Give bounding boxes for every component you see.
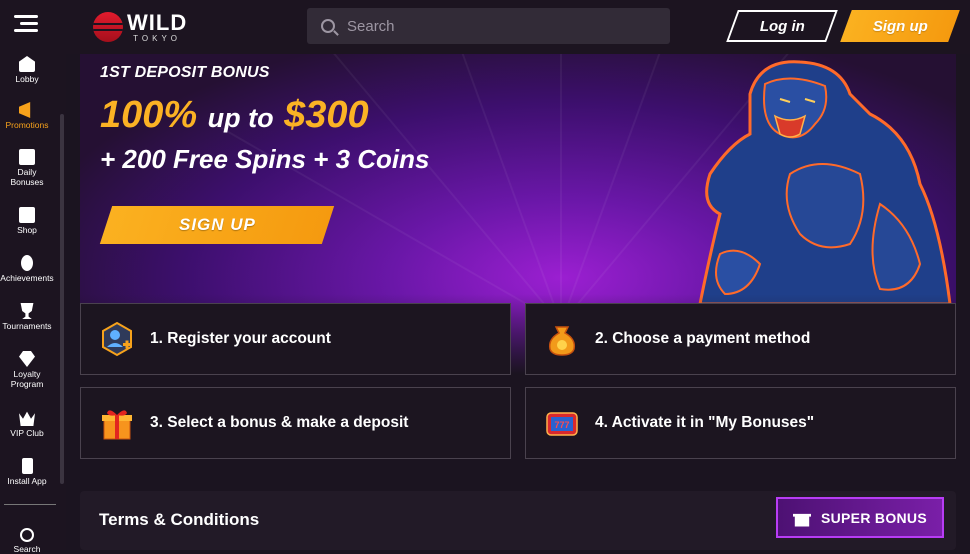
sidebar-item-shop[interactable]: Shop bbox=[0, 207, 56, 235]
sidebar-item-label: Promotions bbox=[5, 120, 49, 130]
step-card: 3. Select a bonus & make a deposit bbox=[80, 387, 511, 459]
sidebar-item-tournaments[interactable]: Tournaments bbox=[0, 303, 56, 331]
sidebar-item-lobby[interactable]: Lobby bbox=[0, 56, 56, 84]
logo[interactable]: WILD TOKYO bbox=[93, 10, 187, 44]
gorilla-illustration bbox=[698, 60, 952, 304]
sidebar-item-label: Daily Bonuses bbox=[10, 167, 44, 187]
bonus-upto: up to bbox=[207, 103, 274, 133]
step-text: 1. Register your account bbox=[150, 330, 331, 347]
gift-icon bbox=[793, 513, 811, 527]
diamond-icon bbox=[19, 351, 35, 367]
sidebar-item-search[interactable]: Search bbox=[0, 528, 56, 554]
bonus-label: 1ST DEPOSIT BONUS bbox=[100, 64, 270, 81]
step-card: 2. Choose a payment method bbox=[525, 303, 956, 375]
home-icon bbox=[19, 56, 35, 72]
medal-icon bbox=[21, 255, 33, 271]
sidebar-item-label: Shop bbox=[17, 225, 37, 235]
sidebar-item-loyalty-program[interactable]: Loyalty Program bbox=[0, 351, 56, 389]
sidebar: Lobby Promotions Daily Bonuses Shop Achi… bbox=[0, 54, 66, 554]
login-label: Log in bbox=[759, 17, 805, 35]
logo-title: WILD bbox=[127, 9, 188, 35]
main-content: 1ST DEPOSIT BONUS 100% up to $300 + 200 … bbox=[66, 54, 970, 550]
logo-sun-icon bbox=[93, 12, 123, 42]
top-header: WILD TOKYO Log in Sign up bbox=[0, 0, 970, 54]
sidebar-item-achievements[interactable]: Achievements bbox=[0, 255, 56, 283]
crown-icon bbox=[19, 411, 35, 426]
step-text: 4. Activate it in "My Bonuses" bbox=[595, 414, 815, 431]
bonus-amount: $300 bbox=[284, 94, 369, 136]
sidebar-item-label: Lobby bbox=[15, 74, 39, 84]
sidebar-item-promotions[interactable]: Promotions bbox=[0, 102, 56, 130]
signup-label: Sign up bbox=[872, 17, 928, 35]
step-card: 777 4. Activate it in "My Bonuses" bbox=[525, 387, 956, 459]
user-add-icon bbox=[102, 321, 132, 357]
step-text: 2. Choose a payment method bbox=[595, 330, 811, 347]
terms-section[interactable]: Terms & Conditions SUPER BONUS bbox=[80, 491, 956, 550]
svg-text:777: 777 bbox=[554, 420, 569, 430]
sidebar-item-label: Achievements bbox=[0, 273, 54, 283]
sidebar-divider bbox=[4, 504, 56, 505]
money-bag-icon bbox=[548, 326, 576, 356]
bonus-headline: 100% up to $300 bbox=[100, 94, 369, 137]
sidebar-item-label: Search bbox=[13, 544, 41, 554]
sidebar-item-label: Install App bbox=[7, 476, 47, 486]
calendar-icon bbox=[19, 149, 35, 165]
bonus-percent: 100% bbox=[100, 94, 198, 136]
shop-icon bbox=[19, 207, 35, 223]
sidebar-item-label: VIP Club bbox=[10, 428, 44, 438]
super-bonus-button[interactable]: SUPER BONUS bbox=[776, 497, 944, 538]
bonus-extras: + 200 Free Spins + 3 Coins bbox=[100, 144, 430, 174]
signup-button[interactable]: Sign up bbox=[840, 10, 960, 42]
hero-signup-button[interactable]: SIGN UP bbox=[99, 206, 335, 244]
gift-icon bbox=[102, 410, 132, 440]
sidebar-item-label: Tournaments bbox=[2, 321, 52, 331]
sidebar-item-label: Loyalty Program bbox=[10, 369, 44, 389]
search-bar[interactable] bbox=[307, 8, 670, 44]
logo-subtitle: TOKYO bbox=[133, 33, 182, 43]
super-bonus-label: SUPER BONUS bbox=[821, 509, 927, 526]
trophy-icon bbox=[20, 303, 34, 319]
login-button[interactable]: Log in bbox=[726, 10, 838, 42]
search-icon bbox=[321, 19, 335, 33]
menu-icon[interactable] bbox=[14, 15, 38, 37]
hero-signup-label: SIGN UP bbox=[178, 215, 256, 234]
phone-icon bbox=[21, 458, 33, 474]
sidebar-item-daily-bonuses[interactable]: Daily Bonuses bbox=[0, 149, 56, 187]
sidebar-scrollbar[interactable] bbox=[60, 114, 64, 484]
megaphone-icon bbox=[19, 102, 31, 118]
sidebar-item-install-app[interactable]: Install App bbox=[0, 458, 56, 486]
step-card: 1. Register your account bbox=[80, 303, 511, 375]
search-input[interactable] bbox=[347, 17, 647, 35]
terms-title: Terms & Conditions bbox=[99, 510, 260, 529]
search-icon bbox=[20, 528, 34, 542]
slot-machine-icon: 777 bbox=[546, 412, 578, 436]
sidebar-item-vip-club[interactable]: VIP Club bbox=[0, 410, 56, 438]
step-text: 3. Select a bonus & make a deposit bbox=[150, 414, 409, 431]
